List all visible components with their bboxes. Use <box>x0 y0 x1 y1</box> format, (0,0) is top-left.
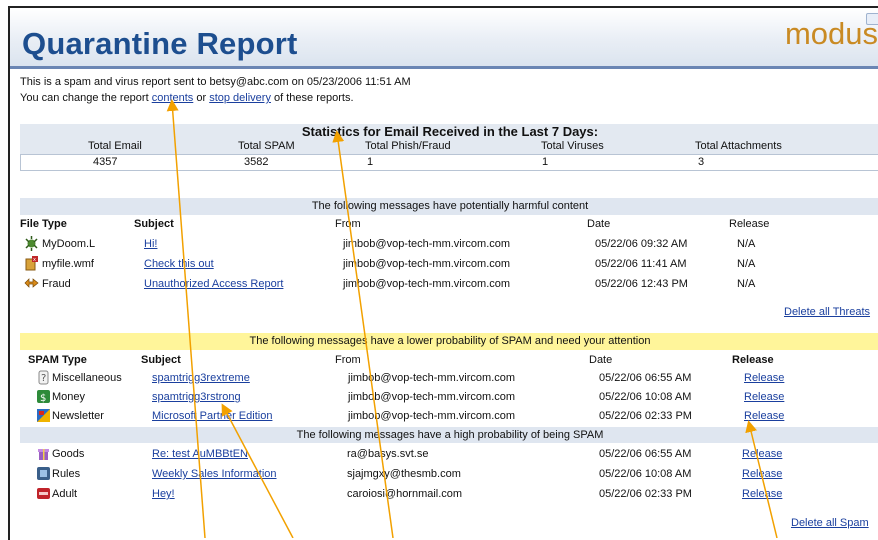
callout-arrow-release <box>745 420 778 538</box>
callout-arrows <box>166 99 778 538</box>
callout-arrow-stats <box>332 130 394 538</box>
callout-arrow-subject <box>221 403 294 538</box>
callout-arrow-contents <box>166 99 206 538</box>
